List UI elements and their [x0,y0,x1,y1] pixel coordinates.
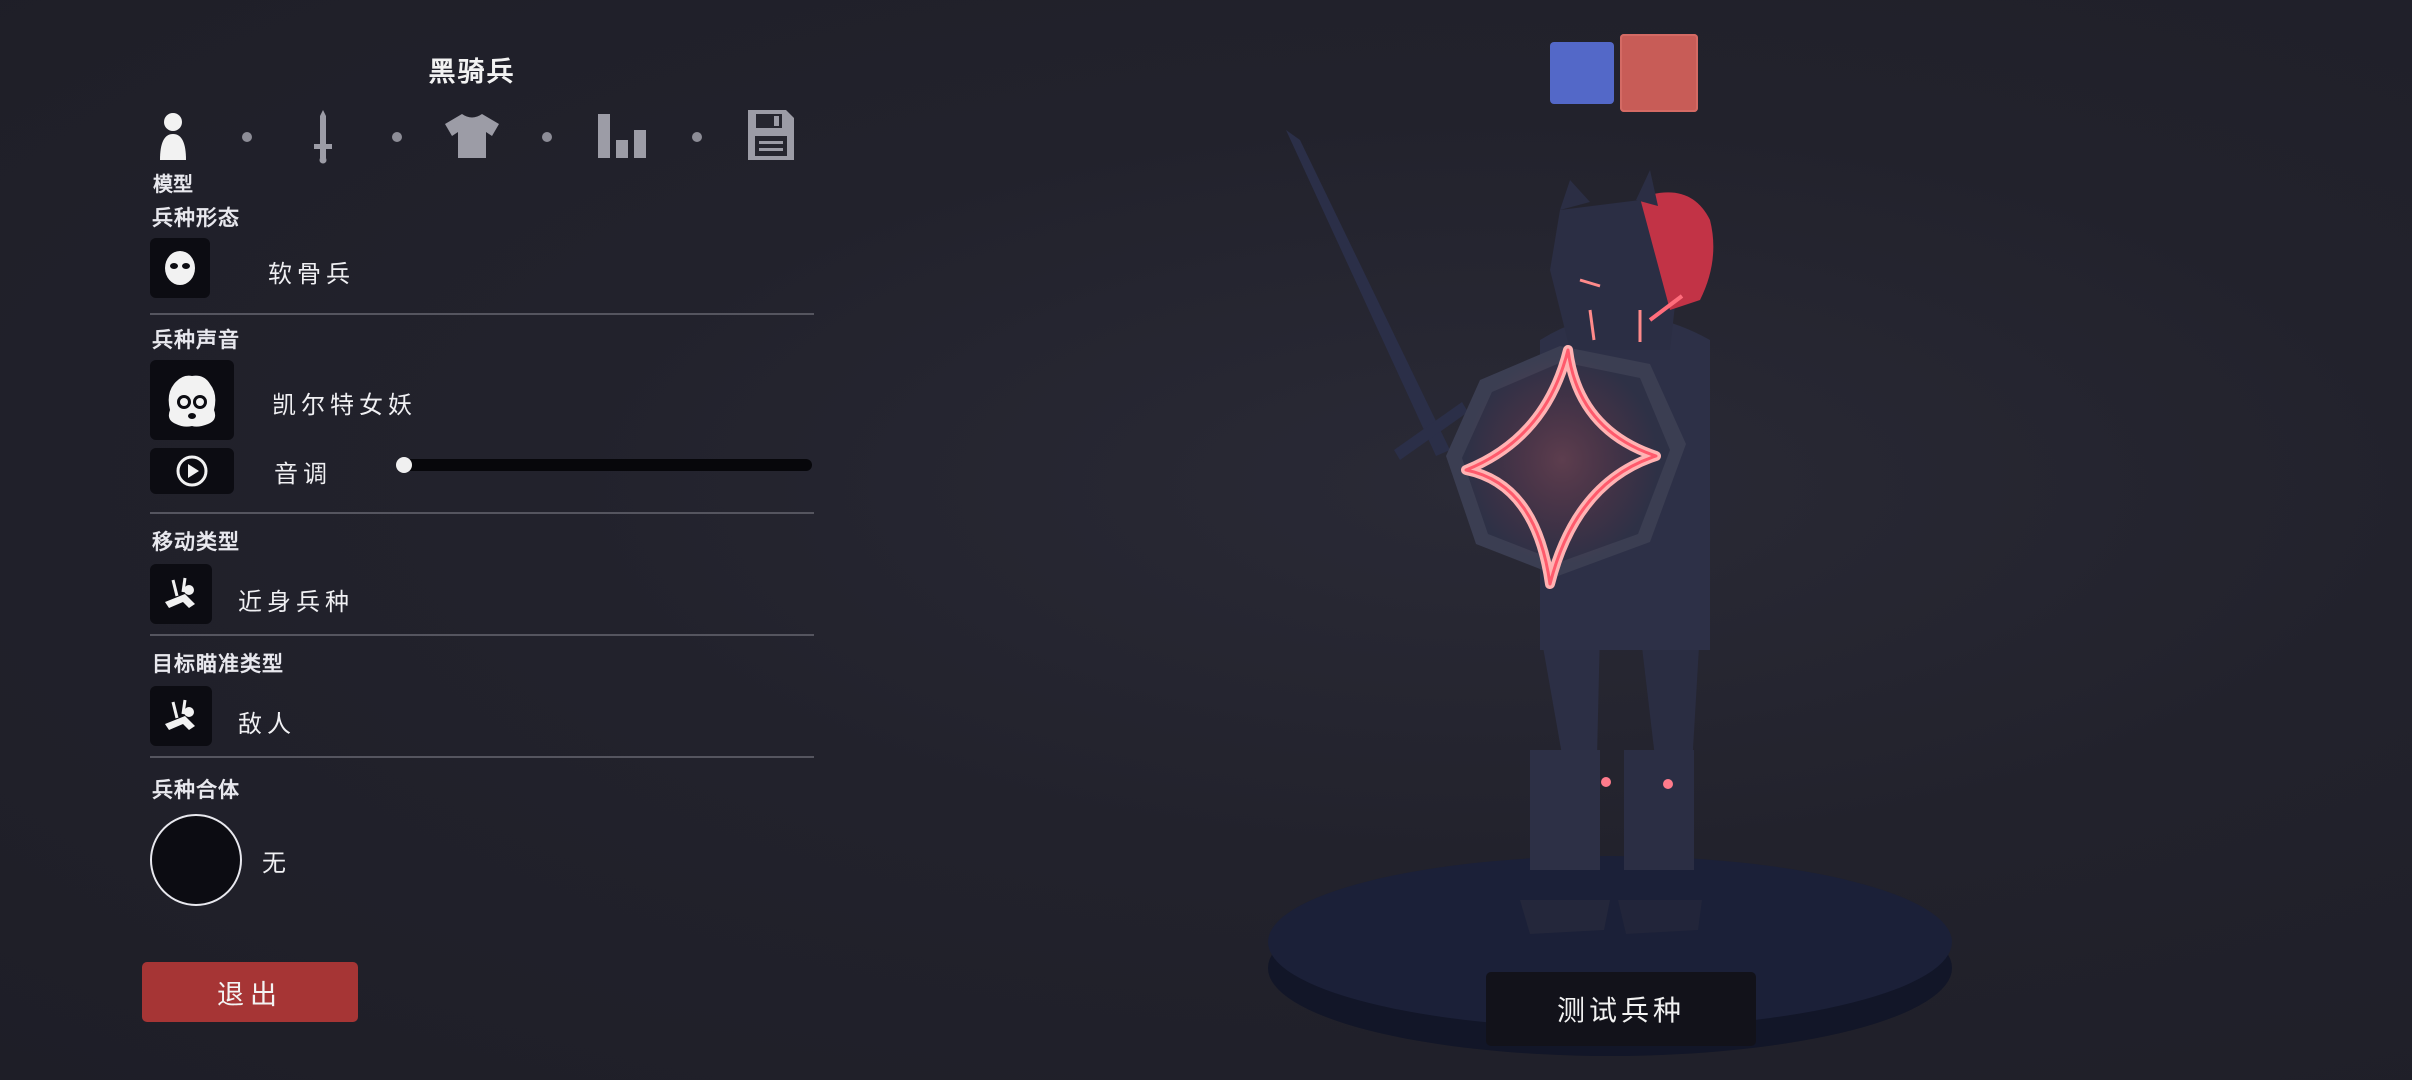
unit-name-title: 黑骑兵 [428,57,516,88]
tab-model[interactable] [154,110,192,164]
play-icon [176,455,208,487]
voice-value: 凯尔特女妖 [272,391,417,419]
pitch-label: 音调 [274,460,332,488]
team-color-red[interactable] [1620,34,1698,112]
section-divider [150,634,814,636]
tab-clothing[interactable] [444,112,500,160]
target-enemy-icon [165,699,195,730]
movement-value: 近身兵种 [238,588,354,616]
tab-stats[interactable] [596,112,648,160]
save-disk-icon [748,110,794,160]
combine-value: 无 [262,849,291,877]
shirt-icon [445,114,499,158]
section-divider [150,313,814,315]
targeting-value: 敌人 [238,710,296,738]
section-divider [150,512,814,514]
melee-unit-icon [165,577,195,608]
person-icon [160,113,186,160]
combine-slot-button[interactable] [150,814,242,906]
pitch-slider-handle[interactable] [396,457,412,473]
tab-weapons[interactable] [310,108,336,164]
tab-model-label: 模型 [153,172,193,196]
unit-preview-viewport[interactable] [1240,110,1980,1070]
banshee-face-icon [168,375,216,427]
section-divider [150,756,814,758]
test-unit-button[interactable]: 测试兵种 [1486,972,1756,1046]
team-color-blue[interactable] [1550,42,1614,104]
step-dot [392,132,402,142]
form-section-label: 兵种形态 [152,206,240,230]
step-dot [692,132,702,142]
tab-save[interactable] [746,108,796,162]
targeting-picker-button[interactable] [150,686,212,746]
unit-sword [1286,130,1468,460]
combine-section-label: 兵种合体 [152,778,240,802]
stats-bars-icon [598,114,646,158]
voice-play-button[interactable] [150,448,234,494]
targeting-section-label: 目标瞄准类型 [152,652,284,676]
step-dot [242,132,252,142]
voice-section-label: 兵种声音 [152,328,240,352]
pitch-slider-track[interactable] [400,459,812,471]
voice-picker-button[interactable] [150,360,234,440]
step-dot [542,132,552,142]
movement-section-label: 移动类型 [152,530,240,554]
form-picker-button[interactable] [150,238,210,298]
exit-button[interactable]: 退出 [142,962,358,1022]
sword-icon [314,110,332,164]
form-value: 软骨兵 [268,260,355,288]
mask-face-icon [165,251,195,285]
movement-picker-button[interactable] [150,564,212,624]
